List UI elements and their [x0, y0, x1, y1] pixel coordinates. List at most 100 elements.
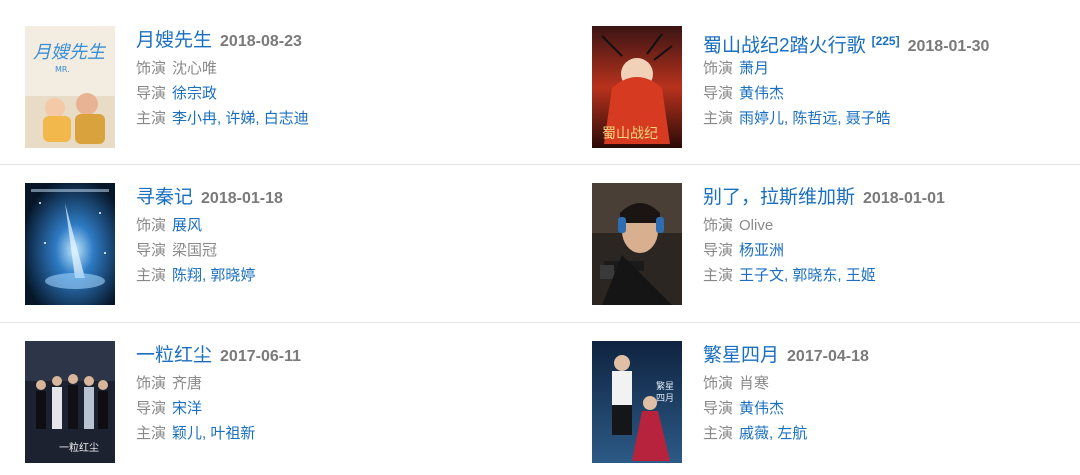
director-link[interactable]: 黄伟杰: [739, 400, 784, 417]
movie-card: 蜀山战纪 蜀山战纪2踏火行歌 [225] 2018-01-30 饰演 萧月 导演 黄伟杰…: [592, 26, 1080, 151]
director-row: 导演 杨亚洲: [703, 238, 945, 263]
row-divider: [0, 322, 1080, 323]
movie-title[interactable]: 蜀山战纪2踏火行歌: [703, 35, 866, 56]
cast-row: 主演 颖儿, 叶祖新: [136, 425, 256, 442]
cast-row: 主演 雨婷儿, 陈哲远, 聂子皓: [703, 110, 891, 127]
cast-label: 主演: [703, 267, 734, 284]
cast-link[interactable]: 左航: [777, 425, 807, 442]
role-link[interactable]: 展风: [172, 217, 202, 234]
role-label: 饰演: [703, 217, 734, 234]
movie-title[interactable]: 月嫂先生: [136, 30, 212, 51]
release-date: 2018-01-30: [907, 38, 990, 56]
poster-shushan-icon: 蜀山战纪: [592, 26, 682, 148]
role-label: 饰演: [703, 375, 734, 392]
svg-text:蜀山战纪: 蜀山战纪: [602, 126, 658, 142]
cast-row: 主演 戚薇, 左航: [703, 425, 808, 442]
director-row: 导演 宋洋: [136, 396, 301, 421]
director-row: 导演 黄伟杰: [703, 81, 989, 106]
row-divider: [0, 164, 1080, 165]
role-row: 饰演 展风: [136, 213, 283, 238]
director-row: 导演 黄伟杰: [703, 396, 869, 421]
poster-mr-nanny-icon: 月嫂先生 MR.: [25, 26, 115, 148]
role-row: 饰演 Olive: [703, 213, 945, 238]
citation-ref[interactable]: [225]: [872, 34, 900, 48]
svg-text:月嫂先生: 月嫂先生: [33, 42, 107, 63]
role-name: 齐唐: [172, 375, 203, 392]
movie-title[interactable]: 繁星四月: [703, 345, 779, 366]
role-link[interactable]: 萧月: [739, 60, 769, 77]
director-label: 导演: [136, 400, 167, 417]
role-name: Olive: [739, 217, 774, 234]
cast-link[interactable]: 王子文: [739, 267, 784, 284]
movie-card: 寻秦记 2018-01-18 饰演 展风 导演 梁国冠 主演 陈翔, 郭晓婷: [25, 183, 545, 308]
director-row: 导演 梁国冠: [136, 238, 283, 263]
movie-card: 月嫂先生 MR. 月嫂先生 2018-08-23 饰演 沈心唯 导演 徐宗政 主演 李小…: [25, 26, 545, 151]
role-name: 沈心唯: [172, 60, 218, 77]
movie-title[interactable]: 一粒红尘: [136, 345, 212, 366]
movie-poster[interactable]: 蜀山战纪: [592, 26, 682, 148]
cast-link[interactable]: 许娣: [225, 110, 255, 127]
director-link[interactable]: 杨亚洲: [739, 242, 784, 259]
cast-link[interactable]: 叶祖新: [210, 425, 255, 442]
cast-link[interactable]: 戚薇: [739, 425, 769, 442]
poster-group-icon: 一粒红尘: [25, 341, 115, 463]
director-row: 导演 徐宗政: [136, 81, 309, 106]
cast-label: 主演: [136, 110, 167, 127]
release-date: 2017-04-18: [787, 348, 869, 365]
cast-row: 主演 陈翔, 郭晓婷: [136, 267, 256, 284]
svg-text:MR.: MR.: [55, 65, 70, 74]
cast-link[interactable]: 郭晓婷: [210, 267, 255, 284]
cast-link[interactable]: 白志迪: [264, 110, 309, 127]
cast-label: 主演: [136, 425, 167, 442]
director-link[interactable]: 徐宗政: [172, 85, 217, 102]
release-date: 2017-06-11: [220, 348, 301, 365]
movie-poster[interactable]: [25, 183, 115, 305]
director-label: 导演: [703, 85, 734, 102]
movie-card: 别了，拉斯维加斯 2018-01-01 饰演 Olive 导演 杨亚洲 主演 王子文, …: [592, 183, 1080, 308]
filmography-grid: 月嫂先生 MR. 月嫂先生 2018-08-23 饰演 沈心唯 导演 徐宗政 主演 李小…: [0, 0, 1080, 475]
release-date: 2018-01-01: [863, 190, 945, 207]
cast-label: 主演: [703, 110, 734, 127]
role-row: 饰演 肖寒: [703, 371, 869, 396]
movie-title[interactable]: 寻秦记: [136, 187, 193, 208]
movie-poster[interactable]: 一粒红尘: [25, 341, 115, 463]
cast-link[interactable]: 郭晓东: [792, 267, 837, 284]
cast-link[interactable]: 陈哲远: [792, 110, 837, 127]
release-date: 2018-08-23: [220, 33, 302, 50]
role-label: 饰演: [136, 217, 167, 234]
svg-text:一粒红尘: 一粒红尘: [59, 441, 99, 454]
movie-poster[interactable]: [592, 183, 682, 305]
svg-text:四月: 四月: [656, 393, 674, 404]
poster-couple-icon: 繁星 四月: [592, 341, 682, 463]
movie-title[interactable]: 别了，拉斯维加斯: [703, 187, 855, 208]
movie-poster[interactable]: 月嫂先生 MR.: [25, 26, 115, 148]
movie-card: 繁星 四月 繁星四月 2017-04-18 饰演 肖寒 导演 黄伟杰 主演 戚薇, 左航: [592, 341, 1080, 466]
movie-poster[interactable]: 繁星 四月: [592, 341, 682, 463]
director-label: 导演: [703, 242, 734, 259]
poster-gun-icon: [592, 183, 682, 305]
release-date: 2018-01-18: [201, 190, 283, 207]
director-label: 导演: [136, 242, 167, 259]
director-name: 梁国冠: [172, 242, 218, 259]
cast-link[interactable]: 陈翔: [172, 267, 202, 284]
cast-link[interactable]: 聂子皓: [846, 110, 891, 127]
poster-space-icon: [25, 183, 115, 305]
role-row: 饰演 沈心唯: [136, 56, 309, 81]
cast-link[interactable]: 雨婷儿: [739, 110, 784, 127]
cast-link[interactable]: 王姬: [846, 267, 876, 284]
role-label: 饰演: [136, 375, 167, 392]
cast-label: 主演: [703, 425, 734, 442]
role-label: 饰演: [703, 60, 734, 77]
cast-link[interactable]: 李小冉: [172, 110, 217, 127]
cast-link[interactable]: 颖儿: [172, 425, 202, 442]
director-label: 导演: [136, 85, 167, 102]
director-label: 导演: [703, 400, 734, 417]
cast-label: 主演: [136, 267, 167, 284]
role-label: 饰演: [136, 60, 167, 77]
role-row: 饰演 萧月: [703, 56, 989, 81]
director-link[interactable]: 黄伟杰: [739, 85, 784, 102]
director-link[interactable]: 宋洋: [172, 400, 202, 417]
cast-row: 主演 王子文, 郭晓东, 王姬: [703, 267, 876, 284]
cast-row: 主演 李小冉, 许娣, 白志迪: [136, 110, 309, 127]
role-name: 肖寒: [739, 375, 770, 392]
